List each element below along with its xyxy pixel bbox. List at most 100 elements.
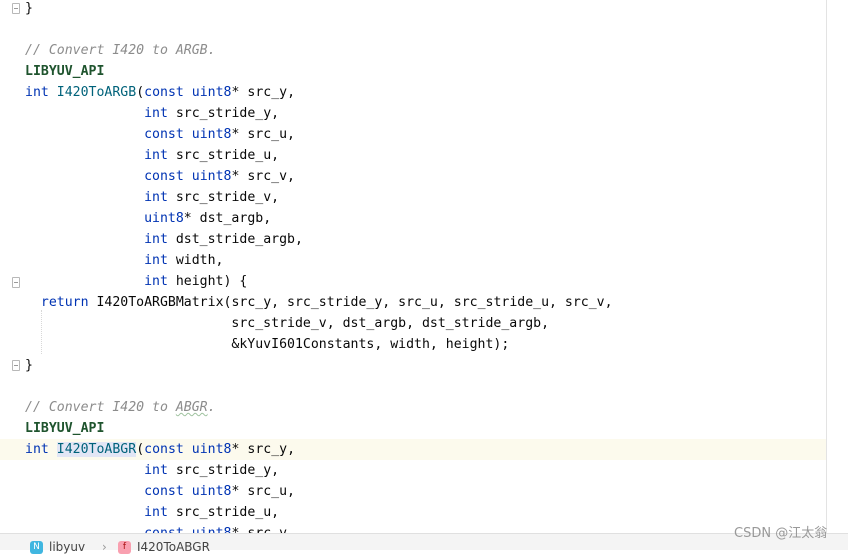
breadcrumb: N libyuv › f I420ToABGR <box>0 533 848 554</box>
code-line[interactable]: int dst_stride_argb, <box>0 229 826 250</box>
code-line[interactable]: int src_stride_u, <box>0 502 826 523</box>
code-line[interactable]: const uint8* src_u, <box>0 481 826 502</box>
breadcrumb-function[interactable]: f I420ToABGR <box>118 540 210 554</box>
code-token: int <box>25 442 49 457</box>
code-text: // Convert I420 to ABGR. <box>25 397 216 418</box>
code-line[interactable]: const uint8* src_v, <box>0 166 826 187</box>
code-text: const uint8* src_u, <box>25 481 295 502</box>
code-line[interactable]: int I420ToABGR(const uint8* src_y, <box>0 439 826 460</box>
code-token: * src_u, <box>231 127 295 142</box>
code-line[interactable]: int src_stride_y, <box>0 460 826 481</box>
code-line[interactable]: uint8* dst_argb, <box>0 208 826 229</box>
code-token: &kYuvI601Constants, width, height); <box>25 337 510 352</box>
code-text: const uint8* src_v, <box>25 523 295 533</box>
code-token: int <box>144 274 168 289</box>
code-text: return I420ToARGBMatrix(src_y, src_strid… <box>25 292 613 313</box>
code-token: * src_v, <box>231 169 295 184</box>
code-token: ABGR <box>175 400 208 415</box>
code-line[interactable]: int I420ToARGB(const uint8* src_y, <box>0 82 826 103</box>
code-text: const uint8* src_v, <box>25 166 295 187</box>
code-token: I420ToABGR <box>56 442 137 457</box>
code-line[interactable] <box>0 19 826 40</box>
code-token: uint8 <box>191 484 232 499</box>
code-line[interactable]: int height) { <box>0 271 826 292</box>
code-line[interactable]: const uint8* src_u, <box>0 124 826 145</box>
code-editor[interactable]: }// Convert I420 to ARGB. LIBYUV_API int I… <box>0 0 848 533</box>
code-line[interactable]: &kYuvI601Constants, width, height); <box>0 334 826 355</box>
code-text: int height) { <box>25 271 247 292</box>
code-token: int <box>144 148 168 163</box>
code-text: uint8* dst_argb, <box>25 208 271 229</box>
code-line[interactable]: int width, <box>0 250 826 271</box>
code-line[interactable]: return I420ToARGBMatrix(src_y, src_strid… <box>0 292 826 313</box>
code-line[interactable]: } <box>0 0 826 19</box>
code-line[interactable]: int src_stride_u, <box>0 145 826 166</box>
code-text: int src_stride_u, <box>25 502 279 523</box>
code-line[interactable]: int src_stride_y, <box>0 103 826 124</box>
code-token: const <box>144 526 184 533</box>
right-margin-guide <box>826 0 827 533</box>
code-line[interactable]: // Convert I420 to ARGB. <box>0 40 826 61</box>
code-token: int <box>25 85 49 100</box>
code-token: src_stride_u, <box>167 505 280 520</box>
fold-marker-icon[interactable] <box>12 360 20 371</box>
code-text: int I420ToARGB(const uint8* src_y, <box>25 82 295 103</box>
code-text: } <box>25 355 33 376</box>
fold-marker-icon[interactable] <box>12 3 20 14</box>
code-line[interactable]: LIBYUV_API <box>0 61 826 82</box>
code-line[interactable]: src_stride_v, dst_argb, dst_stride_argb, <box>0 313 826 334</box>
code-token: * src_v, <box>231 526 295 533</box>
code-text: LIBYUV_API <box>25 418 104 439</box>
code-token: return <box>40 295 89 310</box>
code-text: &kYuvI601Constants, width, height); <box>25 334 509 355</box>
code-token: I420ToARGB <box>56 85 137 100</box>
code-token: src_stride_y, <box>167 106 280 121</box>
indent-guide <box>41 310 43 354</box>
code-token: src_stride_v, dst_argb, dst_stride_argb, <box>25 316 550 331</box>
code-token: int <box>144 190 168 205</box>
code-token: ( <box>136 85 145 100</box>
code-token: // Convert I420 to <box>25 400 176 415</box>
code-text: int I420ToABGR(const uint8* src_y, <box>25 439 295 460</box>
code-line[interactable]: // Convert I420 to ABGR. <box>0 397 826 418</box>
code-text: int src_stride_u, <box>25 145 279 166</box>
code-token: height) { <box>167 274 248 289</box>
code-token: width, <box>167 253 224 268</box>
code-line[interactable]: int src_stride_v, <box>0 187 826 208</box>
breadcrumb-namespace[interactable]: N libyuv <box>30 540 85 554</box>
code-token: src_stride_y, <box>167 463 280 478</box>
code-token: * src_y, <box>231 442 296 457</box>
code-token: . <box>207 400 216 415</box>
code-token: * dst_argb, <box>183 211 272 226</box>
code-line[interactable]: } <box>0 355 826 376</box>
code-token: uint8 <box>191 85 232 100</box>
fold-marker-icon[interactable] <box>12 277 20 288</box>
code-token: int <box>144 463 168 478</box>
watermark: CSDN @江太翁 <box>734 526 828 541</box>
function-icon: f <box>118 540 131 554</box>
code-token: LIBYUV_API <box>25 64 105 79</box>
code-line[interactable]: const uint8* src_v, <box>0 523 826 533</box>
code-line[interactable] <box>0 376 826 397</box>
code-token: } <box>25 358 33 373</box>
code-token: uint8 <box>191 127 232 142</box>
code-line[interactable]: LIBYUV_API <box>0 418 826 439</box>
chevron-right-icon: › <box>102 540 107 554</box>
code-text: LIBYUV_API <box>25 61 104 82</box>
code-token: int <box>144 106 168 121</box>
code-text: int dst_stride_argb, <box>25 229 303 250</box>
